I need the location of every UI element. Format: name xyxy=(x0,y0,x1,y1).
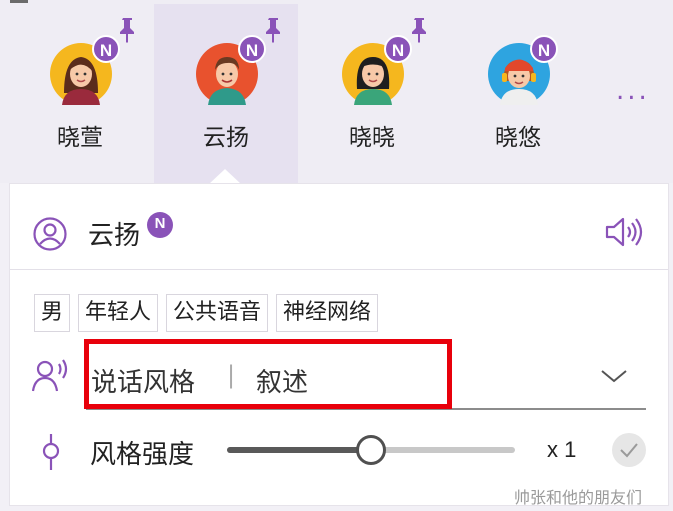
speaker-icon[interactable] xyxy=(604,215,644,249)
voice-tags: 男 年轻人 公共语音 神经网络 xyxy=(34,294,379,332)
voice-name: 晓萱 xyxy=(57,125,103,151)
avatar: N xyxy=(342,35,412,105)
new-badge: N xyxy=(238,35,266,63)
style-intensity-slider[interactable] xyxy=(227,435,515,465)
voice-card-xiaoyou[interactable]: N 晓悠 xyxy=(446,4,590,183)
slider-thumb[interactable] xyxy=(356,435,386,465)
new-badge: N xyxy=(384,35,412,63)
more-voices-button[interactable]: ... xyxy=(616,78,650,104)
style-intensity-label: 风格强度 xyxy=(90,440,195,470)
new-badge: N xyxy=(147,212,173,238)
selected-voice-name: 云扬 xyxy=(88,221,141,251)
user-circle-icon xyxy=(33,217,67,251)
speaking-style-value: 叙述 xyxy=(256,368,309,398)
chevron-down-icon[interactable] xyxy=(599,366,629,386)
new-badge: N xyxy=(92,35,120,63)
watermark: 帅张和他的朋友们 xyxy=(514,488,643,507)
voice-card-xiaoxiao[interactable]: N 晓晓 xyxy=(300,4,444,183)
voice-name: 晓晓 xyxy=(349,125,395,151)
slider-fill xyxy=(227,447,371,453)
voice-card-xiaoxuan[interactable]: N 晓萱 xyxy=(8,4,152,183)
tag-gender: 男 xyxy=(34,294,71,332)
tag-neural: 神经网络 xyxy=(276,294,379,332)
pin-icon[interactable] xyxy=(409,16,429,44)
style-intensity-row: 风格强度 x 1 xyxy=(10,422,668,482)
pin-icon[interactable] xyxy=(117,16,137,44)
panel-header: 云扬 N xyxy=(10,184,668,270)
tag-public-voice: 公共语音 xyxy=(166,294,269,332)
speaking-person-icon xyxy=(32,359,68,392)
selection-caret xyxy=(209,169,241,184)
confirm-button[interactable] xyxy=(612,433,646,467)
voice-list: N 晓萱 N 云扬 N 晓晓 N 晓悠 ... xyxy=(8,4,668,183)
pin-icon[interactable] xyxy=(263,16,283,44)
check-icon xyxy=(620,443,638,458)
new-badge: N xyxy=(530,35,558,63)
speaking-style-dropdown[interactable]: 说话风格 | 叙述 xyxy=(86,346,646,410)
avatar: N xyxy=(488,35,558,105)
voice-card-yunyang[interactable]: N 云扬 xyxy=(154,4,298,183)
voice-detail-panel: 云扬 N 男 年轻人 公共语音 神经网络 说话风格 | 叙述 风格强度 x 1 xyxy=(9,183,669,506)
style-separator: | xyxy=(227,361,236,389)
voice-name: 晓悠 xyxy=(495,125,541,151)
style-intensity-value: x 1 xyxy=(547,437,577,462)
tag-age: 年轻人 xyxy=(78,294,159,332)
speaking-style-label: 说话风格 xyxy=(91,368,196,398)
voice-name: 云扬 xyxy=(203,125,249,151)
avatar: N xyxy=(196,35,266,105)
avatar: N xyxy=(50,35,120,105)
speaking-style-row: 说话风格 | 叙述 xyxy=(10,344,668,412)
top-edge-mark xyxy=(10,0,28,3)
intensity-icon xyxy=(42,434,60,470)
